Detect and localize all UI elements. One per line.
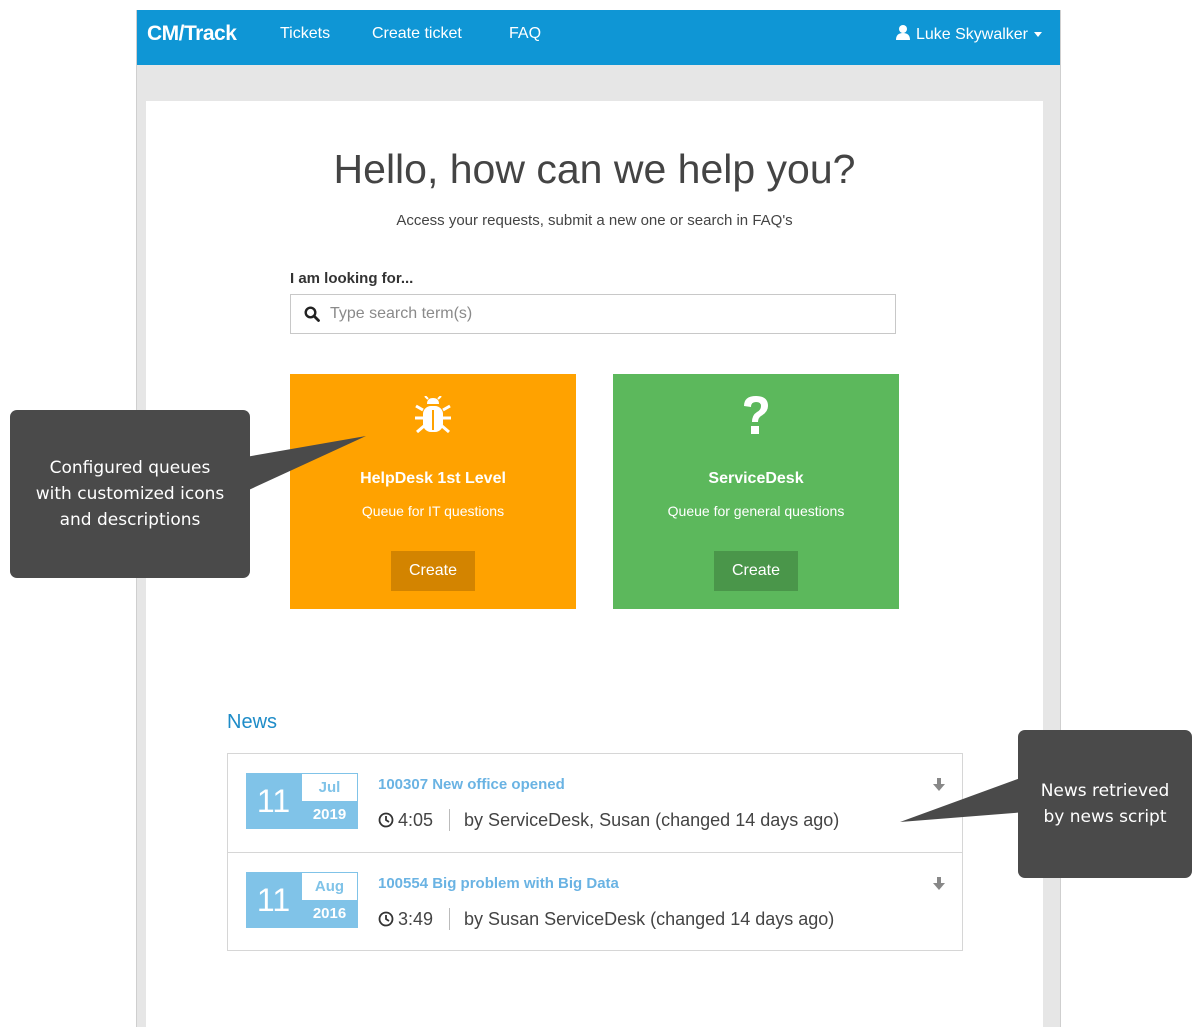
navbar: CM/Track Tickets Create ticket FAQ Luke …: [137, 10, 1060, 65]
date-badge: 11 Aug 2016: [246, 872, 358, 928]
nav-tickets[interactable]: Tickets: [280, 25, 330, 43]
news-author: by ServiceDesk, Susan (changed 14 days a…: [464, 809, 840, 830]
date-year: 2019: [302, 801, 357, 828]
date-month: Aug: [314, 878, 345, 895]
news-item: 11 Aug 2016 100554 Big problem with Big …: [228, 853, 962, 950]
date-month: Jul: [318, 779, 341, 796]
news-title-link[interactable]: 100307 New office opened: [378, 776, 565, 793]
news-list: 11 Jul 2019 100307 New office opened 4:0…: [227, 753, 963, 951]
news-meta: 4:05 by ServiceDesk, Susan (changed 14 d…: [378, 809, 839, 831]
callout-news: News retrieved by news script: [1018, 730, 1192, 878]
queue-title: ServiceDesk: [708, 470, 804, 487]
date-day: 11: [246, 773, 301, 829]
clock-icon: [378, 812, 394, 828]
date-year: 2016: [302, 900, 357, 927]
user-icon: [895, 24, 911, 45]
search-input[interactable]: [328, 304, 872, 324]
news-time: 3:49: [398, 908, 434, 929]
date-badge: 11 Jul 2019: [246, 773, 358, 829]
divider: [449, 908, 451, 930]
page-subtitle: Access your requests, submit a new one o…: [396, 212, 793, 229]
callout-pointer: [900, 776, 1026, 822]
chevron-down-icon: [1034, 32, 1042, 37]
main-panel: Hello, how can we help you? Access your …: [146, 101, 1043, 1031]
search-icon: [304, 306, 320, 322]
divider: [449, 809, 451, 831]
news-author: by Susan ServiceDesk (changed 14 days ag…: [464, 908, 835, 929]
search-label: I am looking for...: [290, 270, 414, 287]
create-button-servicedesk[interactable]: Create: [714, 551, 798, 591]
page-title: Hello, how can we help you?: [333, 146, 856, 192]
brand-logo[interactable]: CM/Track: [147, 22, 237, 46]
news-heading: News: [227, 711, 278, 733]
date-day: 11: [246, 872, 301, 928]
user-name: Luke Skywalker: [915, 25, 1028, 43]
create-button-helpdesk[interactable]: Create: [391, 551, 475, 591]
question-mark-icon: [613, 394, 899, 436]
browser-frame: CM/Track Tickets Create ticket FAQ Luke …: [136, 10, 1061, 1031]
search-field[interactable]: [290, 294, 896, 334]
news-time: 4:05: [398, 809, 434, 830]
news-meta: 3:49 by Susan ServiceDesk (changed 14 da…: [378, 908, 834, 930]
callout-queues: Configured queues with customized icons …: [10, 410, 250, 578]
nav-create-ticket[interactable]: Create ticket: [372, 25, 462, 43]
news-item: 11 Jul 2019 100307 New office opened 4:0…: [228, 754, 962, 853]
user-menu[interactable]: Luke Skywalker: [895, 24, 1042, 45]
callout-pointer: [240, 436, 366, 494]
queue-description: Queue for general questions: [667, 503, 845, 519]
clock-icon: [378, 911, 394, 927]
queue-tile-servicedesk[interactable]: ServiceDesk Queue for general questions …: [613, 374, 899, 609]
bug-icon: [290, 396, 576, 436]
arrow-down-icon[interactable]: [932, 877, 946, 896]
news-title-link[interactable]: 100554 Big problem with Big Data: [378, 875, 619, 892]
nav-faq[interactable]: FAQ: [509, 25, 541, 43]
